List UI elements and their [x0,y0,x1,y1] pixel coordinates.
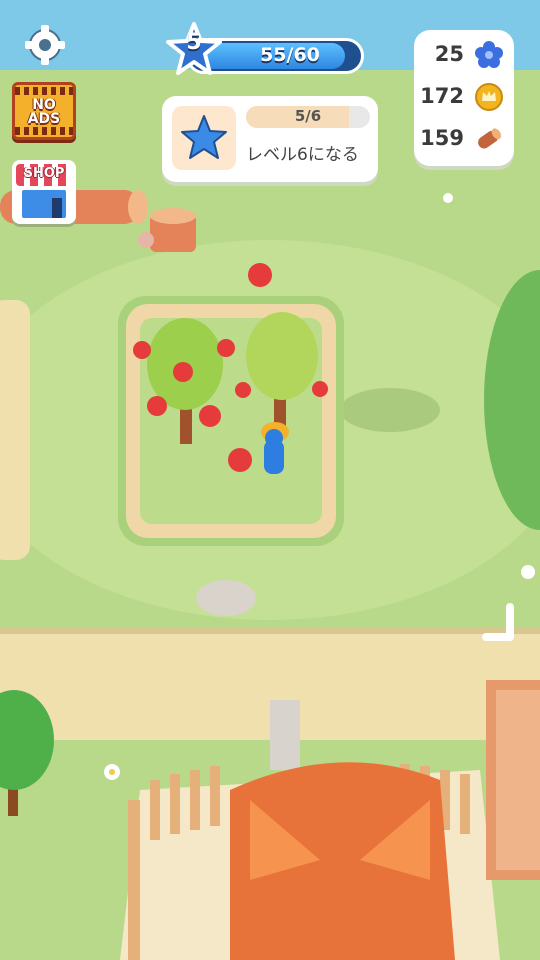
logs-count: 159 [420,126,464,150]
apple-tree-2[interactable] [246,312,318,400]
resource-flowers: 25 [414,36,504,76]
crown-coin-icon [475,83,503,111]
quest-progress-text: 5/6 [294,107,322,125]
no-ads-button[interactable]: NO ADS [12,82,76,140]
flowers-count: 25 [434,42,464,66]
no-ads-line2: ADS [27,111,61,127]
shop-button[interactable]: SHOP [12,160,76,224]
chimney [270,700,300,770]
blue-flower-icon [475,41,503,68]
fallen-apple[interactable] [248,263,272,287]
xp-text: 55/60 [260,44,320,66]
coins-count: 172 [420,84,464,108]
star-icon [181,115,227,159]
resource-logs: 159 [414,120,504,160]
no-ads-line1: NO [32,97,56,113]
level-number: 5 [186,30,202,55]
shop-label: SHOP [23,166,65,181]
quest-title: レベル6になる [246,145,359,165]
resource-coins: 172 [414,78,504,118]
quest-panel[interactable]: 5/6 レベル6になる [162,96,378,182]
quest-progress-bar: 5/6 [246,106,370,128]
gear-icon [25,25,65,65]
rock [196,580,256,616]
settings-button[interactable] [22,22,68,68]
resource-panel: 25 172 159 [414,30,514,166]
side-path [0,300,30,560]
corner-arrow-icon [482,603,514,641]
mushroom [138,232,154,248]
wood-log-icon [478,128,502,149]
direction-marker [480,603,524,651]
